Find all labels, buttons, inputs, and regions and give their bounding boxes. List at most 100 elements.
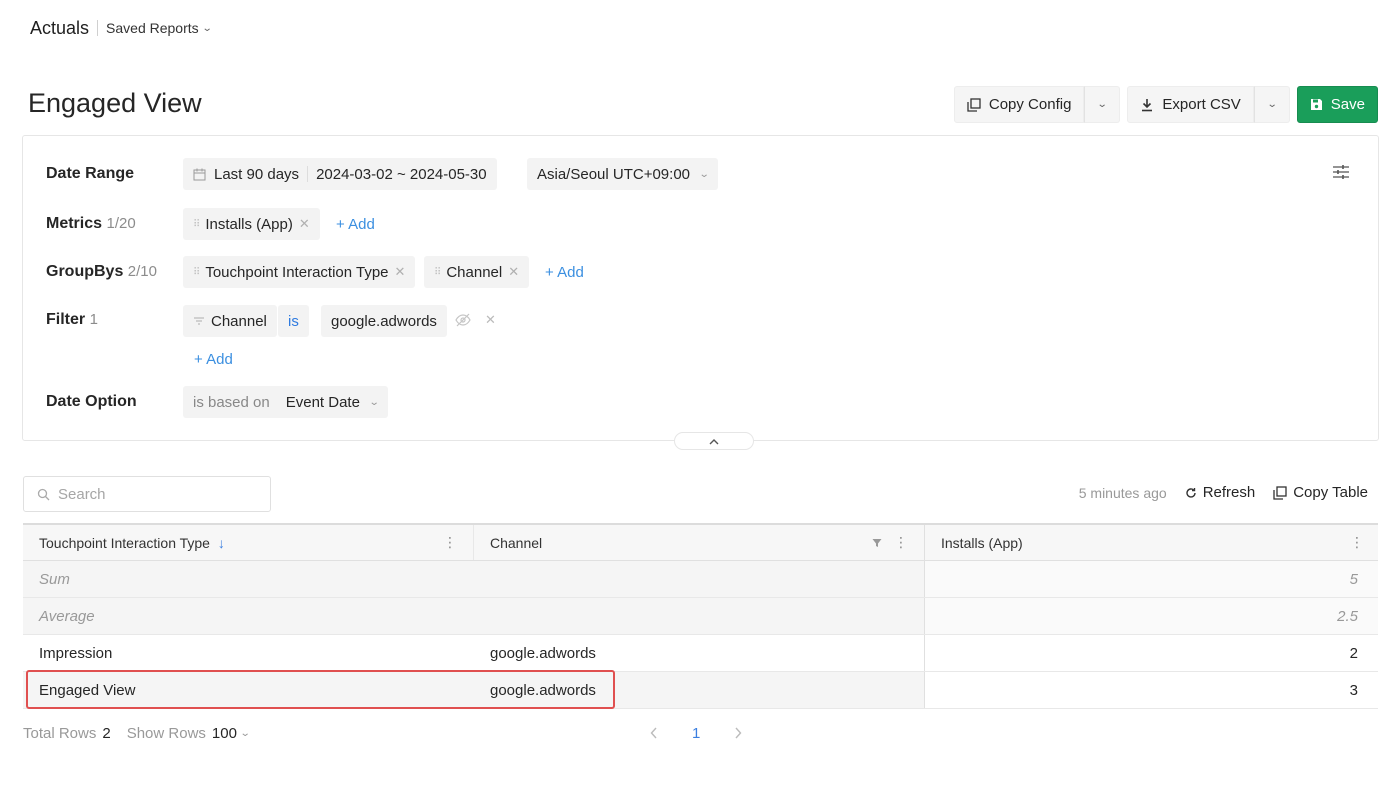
column-header-label: Channel	[490, 534, 543, 551]
summary-label: Average	[23, 598, 474, 634]
app-title: Actuals	[30, 17, 90, 38]
date-option-value: Event Date	[285, 393, 360, 411]
table-search[interactable]	[23, 476, 271, 512]
page-number[interactable]: 1	[692, 725, 700, 742]
groupby-chip[interactable]: ⠿ Touchpoint Interaction Type ✕	[183, 256, 416, 288]
save-button[interactable]: Save	[1296, 86, 1378, 123]
filter-icon[interactable]	[872, 538, 882, 548]
search-icon	[37, 488, 50, 501]
nav-divider	[97, 20, 99, 36]
drag-handle-icon[interactable]: ⠿	[434, 267, 441, 278]
chevron-down-icon: ⌄	[1096, 99, 1108, 110]
groupbys-label-text: GroupBys	[46, 263, 124, 280]
table-footer: Total Rows 2 Show Rows 100 ⌄	[23, 725, 251, 742]
export-csv-label: Export CSV	[1162, 96, 1241, 113]
table-tools: 5 minutes ago Refresh Copy Table	[1079, 484, 1368, 501]
table-header: Touchpoint Interaction Type ↓ ⋮ Channel …	[23, 523, 1378, 561]
date-range-picker[interactable]: Last 90 days 2024-03-02 ~ 2024-05-30	[183, 158, 497, 190]
filter-field-chip[interactable]: Channel	[183, 305, 277, 337]
column-header-label: Installs (App)	[941, 534, 1023, 551]
filter-operator-chip[interactable]: is	[278, 305, 309, 337]
collapse-panel-button[interactable]	[674, 432, 754, 450]
sliders-icon[interactable]	[1332, 164, 1350, 183]
save-label: Save	[1330, 96, 1365, 113]
filter-value-chip[interactable]: google.adwords	[321, 305, 447, 337]
eye-off-icon[interactable]	[455, 313, 471, 327]
remove-icon[interactable]: ✕	[395, 264, 406, 280]
timezone-select[interactable]: Asia/Seoul UTC+09:00 ⌄	[527, 158, 719, 190]
column-menu-icon[interactable]: ⋮	[443, 534, 457, 551]
table-row[interactable]: Impression google.adwords 2	[23, 635, 1378, 672]
metrics-count: 1/20	[106, 215, 136, 232]
summary-row-average: Average 2.5	[23, 598, 1378, 635]
export-csv-menu-button[interactable]: ⌄	[1253, 86, 1290, 123]
chevron-down-icon: ⌄	[1266, 99, 1278, 110]
show-rows-label: Show Rows	[126, 725, 206, 742]
export-csv-group: Export CSV ⌄	[1127, 86, 1290, 123]
add-groupby-link[interactable]: + Add	[545, 264, 584, 281]
saved-reports-dropdown[interactable]: Saved Reports ⌄	[106, 20, 212, 36]
refresh-button[interactable]: Refresh	[1185, 484, 1255, 501]
summary-row-sum: Sum 5	[23, 561, 1378, 598]
groupbys-count: 2/10	[127, 263, 157, 280]
show-rows-value: 100	[211, 725, 237, 742]
sort-desc-icon[interactable]: ↓	[218, 535, 225, 551]
copy-icon	[967, 97, 981, 112]
date-range-label-text: Date Range	[46, 165, 135, 182]
filter-label: Filter 1	[46, 311, 98, 329]
groupby-chip[interactable]: ⠿ Channel ✕	[424, 256, 530, 288]
page-title: Engaged View	[28, 88, 202, 118]
column-menu-icon[interactable]: ⋮	[1350, 534, 1364, 551]
summary-empty-cell	[474, 561, 925, 597]
column-header[interactable]: Installs (App) ⋮	[925, 525, 1378, 560]
remove-filter-icon[interactable]: ✕	[485, 312, 496, 328]
filter-value-label: google.adwords	[331, 312, 437, 330]
date-option-select[interactable]: is based on Event Date ⌄	[183, 386, 389, 418]
top-nav: Actuals Saved Reports ⌄	[30, 16, 212, 40]
remove-icon[interactable]: ✕	[299, 216, 310, 232]
groupby-chip-label: Channel	[446, 263, 503, 281]
metric-chip[interactable]: ⠿ Installs (App) ✕	[183, 208, 320, 240]
copy-config-group: Copy Config ⌄	[953, 86, 1121, 123]
prev-page-icon[interactable]	[650, 726, 658, 742]
summary-value: 2.5	[925, 598, 1378, 634]
metric-chip-label: Installs (App)	[205, 215, 293, 233]
show-rows-select[interactable]: 100 ⌄	[211, 725, 251, 742]
search-input[interactable]	[58, 485, 248, 503]
groupby-chip-label: Touchpoint Interaction Type	[205, 263, 389, 281]
copy-table-button[interactable]: Copy Table	[1273, 484, 1368, 501]
saved-reports-label: Saved Reports	[106, 20, 199, 36]
export-csv-button[interactable]: Export CSV	[1127, 86, 1254, 123]
data-table: Touchpoint Interaction Type ↓ ⋮ Channel …	[23, 523, 1378, 709]
table-cell: Impression	[39, 644, 113, 662]
date-option-label: Date Option	[46, 393, 137, 411]
drag-handle-icon[interactable]: ⠿	[193, 267, 200, 278]
column-menu-icon[interactable]: ⋮	[894, 534, 908, 551]
add-filter-link[interactable]: + Add	[194, 351, 233, 368]
next-page-icon[interactable]	[734, 726, 742, 742]
metrics-label-text: Metrics	[46, 215, 103, 232]
filter-count: 1	[89, 311, 98, 328]
chevron-down-icon: ⌄	[368, 396, 380, 408]
filter-lines-icon	[193, 316, 205, 326]
table-cell: 3	[1349, 681, 1358, 699]
report-config-panel: Date Range Last 90 days 2024-03-02 ~ 202…	[22, 135, 1379, 450]
date-divider	[307, 166, 309, 182]
copy-config-menu-button[interactable]: ⌄	[1084, 86, 1121, 123]
column-header[interactable]: Touchpoint Interaction Type ↓ ⋮	[23, 525, 474, 560]
summary-value: 5	[925, 561, 1378, 597]
remove-icon[interactable]: ✕	[508, 264, 519, 280]
copy-icon	[1273, 485, 1287, 500]
refresh-icon	[1185, 487, 1197, 499]
pagination: 1	[650, 725, 742, 742]
date-option-label-text: Date Option	[46, 393, 137, 410]
copy-config-button[interactable]: Copy Config	[953, 86, 1085, 123]
table-row[interactable]: Engaged View google.adwords 3	[23, 672, 1378, 709]
table-cell: google.adwords	[474, 635, 925, 671]
add-metric-link[interactable]: + Add	[336, 216, 375, 233]
drag-handle-icon[interactable]: ⠿	[193, 219, 200, 230]
column-header[interactable]: Channel ⋮	[474, 525, 925, 560]
groupbys-label: GroupBys 2/10	[46, 263, 157, 281]
filter-operator-label: is	[288, 312, 299, 330]
table-cell: Engaged View	[23, 672, 474, 708]
